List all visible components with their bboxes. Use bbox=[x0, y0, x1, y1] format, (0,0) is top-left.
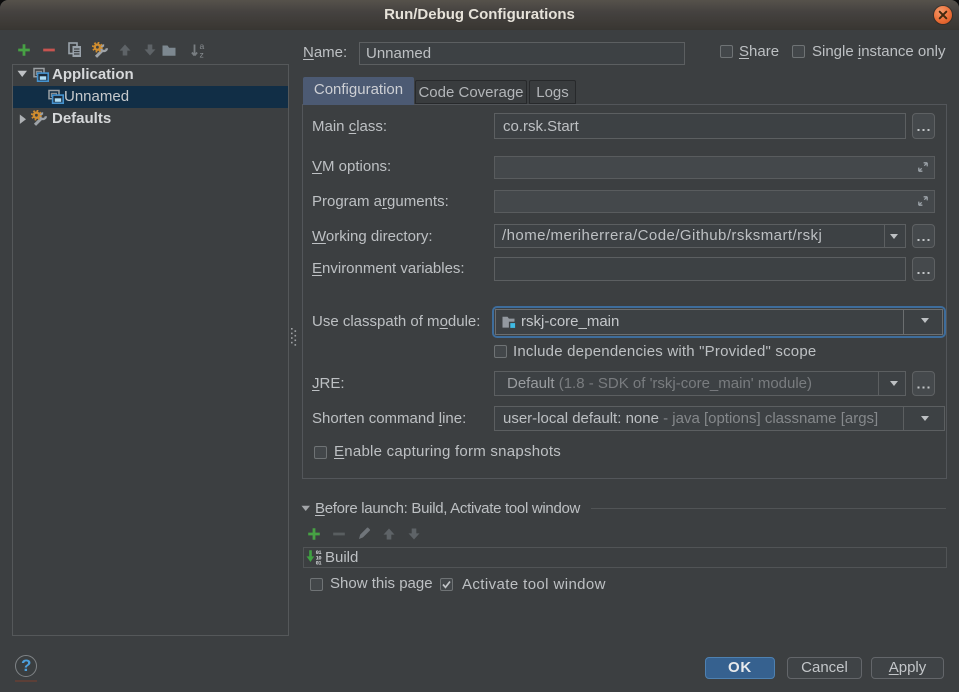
svg-text:01: 01 bbox=[316, 561, 322, 565]
svg-text:z: z bbox=[200, 50, 204, 60]
